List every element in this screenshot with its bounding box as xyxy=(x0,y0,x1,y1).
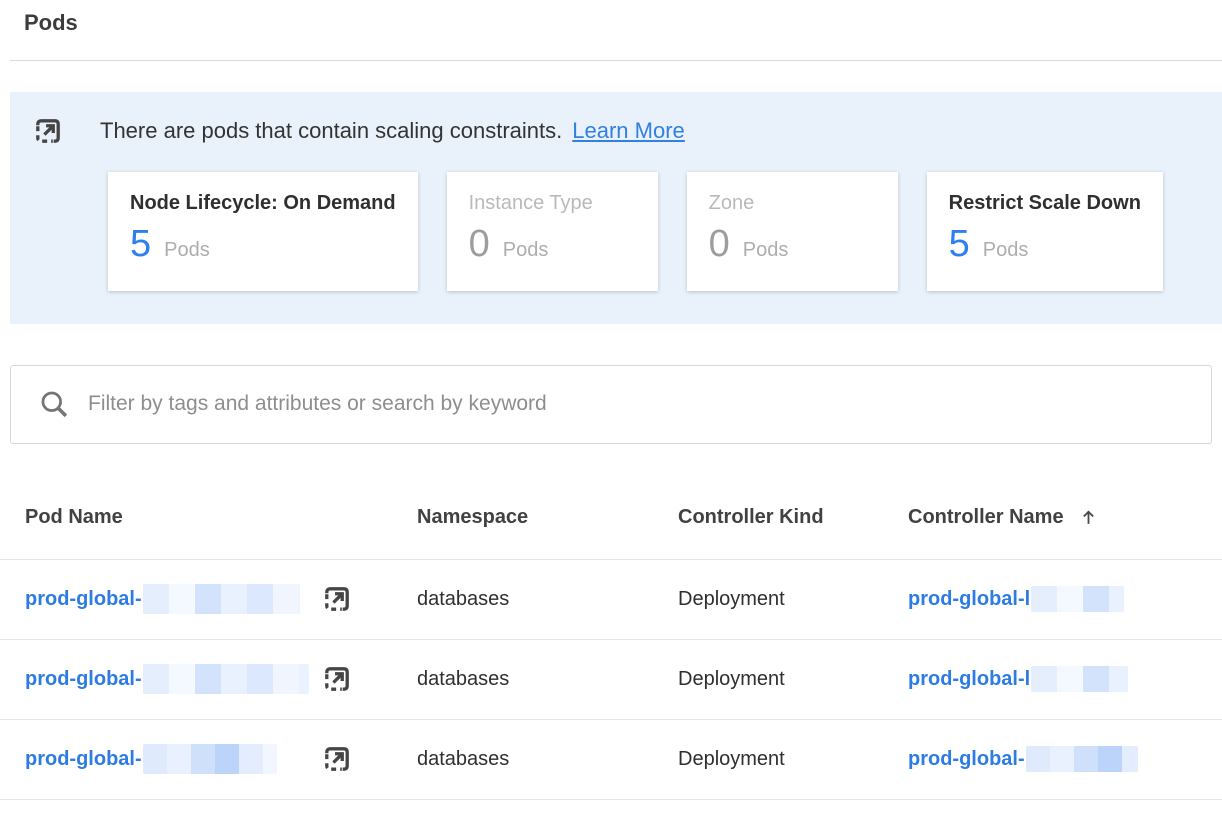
card-count: 0 xyxy=(469,225,490,265)
card-unit: Pods xyxy=(983,239,1029,262)
card-unit: Pods xyxy=(503,239,549,262)
banner-message: There are pods that contain scaling cons… xyxy=(100,118,562,144)
pod-name-link[interactable]: prod-global- xyxy=(25,584,322,614)
pod-name-link[interactable]: prod-global- xyxy=(25,744,322,774)
header-divider xyxy=(10,60,1222,61)
filter-input[interactable] xyxy=(88,392,1191,416)
namespace-cell: databases xyxy=(417,668,678,691)
search-icon xyxy=(38,388,71,421)
sort-ascending-icon[interactable] xyxy=(1079,508,1098,527)
controller-name-cell: prod-global- xyxy=(908,746,1222,772)
card-title: Zone xyxy=(709,192,876,215)
table-row: prod-global- databases Deployment prod-g… xyxy=(0,640,1222,720)
scale-out-icon[interactable] xyxy=(322,584,352,614)
controller-name-text: prod-global- xyxy=(908,748,1025,771)
pod-name-link[interactable]: prod-global- xyxy=(25,664,322,694)
controller-name-link[interactable]: prod-global-l xyxy=(908,586,1124,612)
card-restrict-scale-down[interactable]: Restrict Scale Down 5 Pods xyxy=(927,172,1163,291)
scale-out-icon[interactable] xyxy=(322,664,352,694)
controller-name-link[interactable]: prod-global- xyxy=(908,746,1138,772)
redacted-text xyxy=(1031,586,1124,612)
column-header-namespace[interactable]: Namespace xyxy=(417,506,678,529)
learn-more-link[interactable]: Learn More xyxy=(572,118,685,144)
column-header-label: Controller Name xyxy=(908,506,1064,529)
constraint-cards: Node Lifecycle: On Demand 5 Pods Instanc… xyxy=(108,172,1222,291)
scaling-constraints-banner: There are pods that contain scaling cons… xyxy=(10,92,1222,324)
column-header-controller-name[interactable]: Controller Name xyxy=(908,506,1222,529)
card-instance-type[interactable]: Instance Type 0 Pods xyxy=(447,172,658,291)
pod-name-cell: prod-global- xyxy=(25,664,417,694)
card-title: Instance Type xyxy=(469,192,636,215)
controller-kind-cell: Deployment xyxy=(678,748,908,771)
controller-kind-cell: Deployment xyxy=(678,588,908,611)
pod-name-cell: prod-global- xyxy=(25,584,417,614)
card-stat: 5 Pods xyxy=(130,225,396,265)
table-row: prod-global- databases Deployment prod-g… xyxy=(0,720,1222,800)
controller-name-cell: prod-global-l xyxy=(908,666,1222,692)
namespace-cell: databases xyxy=(417,588,678,611)
card-node-lifecycle[interactable]: Node Lifecycle: On Demand 5 Pods xyxy=(108,172,418,291)
card-unit: Pods xyxy=(743,239,789,262)
banner-header: There are pods that contain scaling cons… xyxy=(33,116,1222,146)
card-zone[interactable]: Zone 0 Pods xyxy=(687,172,898,291)
pod-name-cell: prod-global- xyxy=(25,744,417,774)
controller-name-link[interactable]: prod-global-l xyxy=(908,666,1128,692)
scale-out-icon xyxy=(33,116,63,146)
filter-bar xyxy=(10,365,1212,444)
card-stat: 0 Pods xyxy=(469,225,636,265)
page-title: Pods xyxy=(24,10,1222,36)
column-header-pod-name[interactable]: Pod Name xyxy=(25,506,417,529)
redacted-text xyxy=(143,584,300,614)
redacted-text xyxy=(1031,666,1128,692)
card-stat: 0 Pods xyxy=(709,225,876,265)
column-header-controller-kind[interactable]: Controller Kind xyxy=(678,506,908,529)
card-unit: Pods xyxy=(164,239,210,262)
card-count: 5 xyxy=(949,225,970,265)
redacted-text xyxy=(143,664,309,694)
controller-name-text: prod-global-l xyxy=(908,588,1030,611)
namespace-cell: databases xyxy=(417,748,678,771)
pod-name-text: prod-global- xyxy=(25,748,142,771)
pod-name-text: prod-global- xyxy=(25,588,142,611)
card-title: Restrict Scale Down xyxy=(949,192,1141,215)
redacted-text xyxy=(143,744,277,774)
redacted-text xyxy=(1026,746,1138,772)
card-stat: 5 Pods xyxy=(949,225,1141,265)
controller-name-text: prod-global-l xyxy=(908,668,1030,691)
card-count: 5 xyxy=(130,225,151,265)
pod-name-text: prod-global- xyxy=(25,668,142,691)
card-title: Node Lifecycle: On Demand xyxy=(130,192,396,215)
table-row: prod-global- databases Deployment prod-g… xyxy=(0,560,1222,640)
card-count: 0 xyxy=(709,225,730,265)
table-header: Pod Name Namespace Controller Kind Contr… xyxy=(0,444,1222,560)
controller-kind-cell: Deployment xyxy=(678,668,908,691)
scale-out-icon[interactable] xyxy=(322,744,352,774)
controller-name-cell: prod-global-l xyxy=(908,586,1222,612)
